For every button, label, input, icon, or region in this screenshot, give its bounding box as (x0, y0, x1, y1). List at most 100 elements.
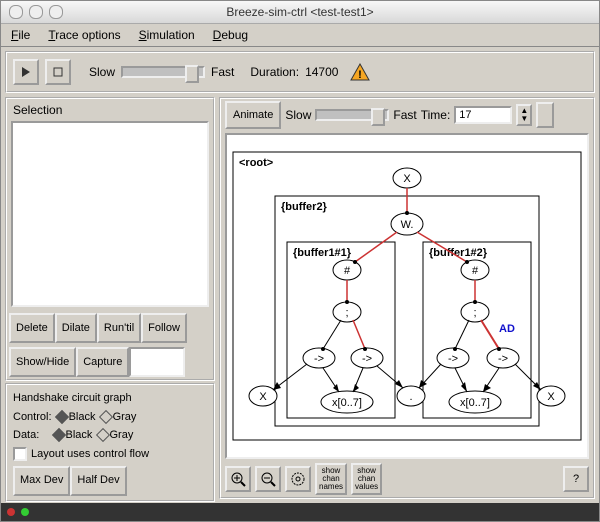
zoom-traffic-button[interactable] (49, 5, 63, 19)
zoom-fit-button[interactable] (285, 466, 311, 492)
show-chan-values-button[interactable]: showchanvalues (351, 463, 382, 495)
control-gray-label: Gray (113, 411, 137, 423)
window-title: Breeze-sim-ctrl <test-test1> (69, 5, 591, 19)
time-input[interactable]: 17 (454, 106, 512, 124)
svg-text:#: # (472, 265, 479, 277)
menubar: File Trace options Simulation Debug (1, 24, 599, 47)
zoom-out-button[interactable] (255, 466, 281, 492)
menu-trace-options[interactable]: Trace options (48, 28, 120, 42)
slow-label: Slow (89, 65, 115, 79)
menu-simulation[interactable]: Simulation (139, 28, 195, 42)
main-toolbar: Slow Fast Duration: 14700 ! (5, 51, 595, 93)
dev-row: Max Dev Half Dev (13, 464, 207, 496)
layout-checkbox[interactable] (13, 447, 27, 461)
animate-button[interactable]: Animate (225, 101, 281, 129)
selection-buttons-row1: Delete Dilate Run'til Follow (7, 311, 213, 345)
delete-button[interactable]: Delete (9, 313, 55, 343)
selection-heading: Selection (7, 99, 213, 117)
close-traffic-button[interactable] (9, 5, 23, 19)
svg-text:->: -> (314, 353, 324, 365)
help-button[interactable]: ? (563, 466, 589, 492)
data-black-radio[interactable] (51, 428, 65, 442)
warning-icon[interactable]: ! (350, 63, 370, 81)
zoom-in-icon (230, 471, 246, 487)
duration-value: 14700 (305, 65, 338, 79)
layout-label: Layout uses control flow (31, 448, 149, 460)
anim-speed-slider[interactable] (315, 109, 389, 121)
data-gray-label: Gray (110, 429, 134, 441)
status-led-red (7, 508, 15, 516)
anim-toolbar: Animate Slow Fast Time: 17 ▲▼ (221, 99, 593, 131)
zoom-out-icon (260, 471, 276, 487)
svg-text:x[0..7]: x[0..7] (332, 397, 362, 409)
handshake-graph-panel: Handshake circuit graph Control: Black G… (5, 383, 215, 502)
zoom-in-button[interactable] (225, 466, 251, 492)
status-led-green (21, 508, 29, 516)
showhide-button[interactable]: Show/Hide (9, 347, 76, 377)
svg-text:x[0..7]: x[0..7] (460, 397, 490, 409)
runtil-button[interactable]: Run'til (97, 313, 141, 343)
control-label: Control: (13, 411, 52, 423)
capture-button[interactable]: Capture (76, 347, 129, 377)
svg-text:->: -> (448, 353, 458, 365)
content-area: Selection Delete Dilate Run'til Follow S… (1, 97, 599, 503)
diagram-canvas[interactable]: <root> {buffer2} {buffer1#1} {buffer1#2}… (225, 133, 589, 459)
data-black-label: Black (66, 429, 93, 441)
time-label: Time: (421, 108, 451, 122)
svg-text:#: # (344, 265, 351, 277)
svg-text:W.: W. (401, 219, 414, 231)
statusbar (1, 503, 599, 521)
svg-text:X: X (547, 391, 555, 403)
control-gray-radio[interactable] (98, 410, 112, 424)
diagram-svg: <root> {buffer2} {buffer1#1} {buffer1#2}… (227, 135, 587, 457)
selection-list[interactable] (11, 121, 209, 307)
play-button[interactable] (13, 59, 39, 85)
follow-button[interactable]: Follow (141, 313, 187, 343)
minimize-traffic-button[interactable] (29, 5, 43, 19)
duration-label: Duration: (250, 65, 299, 79)
selection-buttons-row2: Show/Hide Capture (7, 345, 213, 379)
layout-row: Layout uses control flow (13, 445, 207, 464)
control-black-label: Black (69, 411, 96, 423)
svg-text:.: . (409, 391, 412, 403)
control-row: Control: Black Gray (13, 408, 207, 427)
time-stepper[interactable]: ▲▼ (516, 104, 532, 126)
svg-text:;: ; (473, 307, 476, 319)
hgraph-heading: Handshake circuit graph (13, 389, 207, 408)
speed-slider[interactable] (121, 66, 205, 78)
canvas-bottom-bar: showchannames showchanvalues ? (221, 461, 593, 497)
maxdev-button[interactable]: Max Dev (13, 466, 70, 496)
svg-text:X: X (259, 391, 267, 403)
anim-fast-label: Fast (393, 108, 416, 122)
capture-input[interactable] (129, 347, 185, 377)
right-column: Animate Slow Fast Time: 17 ▲▼ <root> {bu… (219, 97, 595, 499)
data-gray-radio[interactable] (95, 428, 109, 442)
buffer2-label: {buffer2} (281, 201, 328, 213)
menu-file[interactable]: File (11, 28, 30, 42)
svg-text:->: -> (498, 353, 508, 365)
stop-icon (53, 67, 63, 77)
show-chan-names-button[interactable]: showchannames (315, 463, 347, 495)
menu-debug[interactable]: Debug (213, 28, 248, 42)
svg-text:X: X (403, 173, 411, 185)
selection-panel: Selection Delete Dilate Run'til Follow S… (5, 97, 215, 381)
titlebar: Breeze-sim-ctrl <test-test1> (1, 1, 599, 24)
data-label: Data: (13, 429, 39, 441)
ad-label: AD (499, 323, 515, 335)
stop-button[interactable] (45, 59, 71, 85)
left-column: Selection Delete Dilate Run'til Follow S… (5, 97, 215, 499)
time-extra-button[interactable] (536, 102, 554, 128)
svg-text:;: ; (345, 307, 348, 319)
fast-label: Fast (211, 65, 234, 79)
app-window: Breeze-sim-ctrl <test-test1> File Trace … (0, 0, 600, 522)
dilate-button[interactable]: Dilate (55, 313, 97, 343)
halfdev-button[interactable]: Half Dev (70, 466, 126, 496)
buffer1a-label: {buffer1#1} (293, 247, 352, 259)
svg-text:!: ! (359, 69, 363, 81)
data-row: Data: Black Gray (13, 426, 207, 445)
svg-text:->: -> (362, 353, 372, 365)
control-black-radio[interactable] (55, 410, 69, 424)
anim-slow-label: Slow (285, 108, 311, 122)
root-label: <root> (239, 157, 273, 169)
play-icon (21, 66, 31, 78)
